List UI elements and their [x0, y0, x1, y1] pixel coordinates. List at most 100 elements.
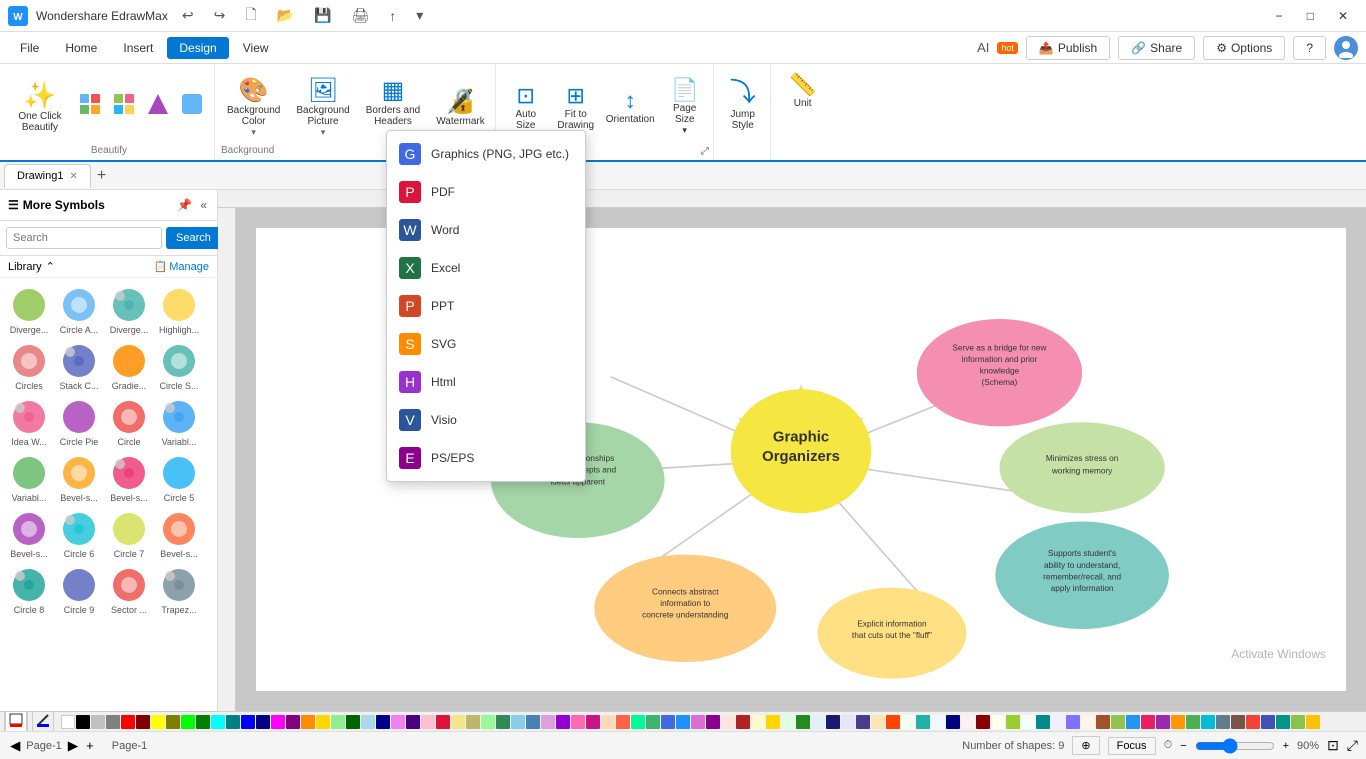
- color-swatch[interactable]: [511, 715, 525, 729]
- color-swatch[interactable]: [601, 715, 615, 729]
- color-swatch[interactable]: [736, 715, 750, 729]
- share-button[interactable]: 🔗 Share: [1118, 36, 1195, 60]
- symbol-item[interactable]: Trapez...: [154, 562, 204, 618]
- color-swatch[interactable]: [676, 715, 690, 729]
- more-button[interactable]: ▾: [410, 5, 429, 26]
- symbol-item[interactable]: Stack C...: [54, 338, 104, 394]
- line-color-button[interactable]: [32, 711, 54, 731]
- color-swatch[interactable]: [301, 715, 315, 729]
- color-swatch[interactable]: [121, 715, 135, 729]
- color-swatch[interactable]: [616, 715, 630, 729]
- color-swatch[interactable]: [271, 715, 285, 729]
- color-swatch[interactable]: [541, 715, 555, 729]
- color-swatch[interactable]: [376, 715, 390, 729]
- symbol-item[interactable]: Variabl...: [154, 394, 204, 450]
- user-avatar[interactable]: [1334, 36, 1358, 60]
- help-button[interactable]: ?: [1293, 36, 1326, 60]
- focus-button[interactable]: Focus: [1108, 737, 1156, 755]
- color-swatch[interactable]: [466, 715, 480, 729]
- export-option-graphics--png--jpg-etc--[interactable]: GGraphics (PNG, JPG etc.): [387, 135, 585, 173]
- color-swatch[interactable]: [136, 715, 150, 729]
- color-swatch[interactable]: [796, 715, 810, 729]
- color-swatch[interactable]: [721, 715, 735, 729]
- symbol-item[interactable]: Variabl...: [4, 450, 54, 506]
- color-swatch[interactable]: [1231, 715, 1245, 729]
- export-option-html[interactable]: HHtml: [387, 363, 585, 401]
- new-button[interactable]: 🗋: [239, 2, 262, 30]
- color-swatch[interactable]: [871, 715, 885, 729]
- symbol-item[interactable]: Circle 9: [54, 562, 104, 618]
- symbol-item[interactable]: Sector ...: [104, 562, 154, 618]
- page-size-button[interactable]: 📄 PageSize ▾: [661, 73, 709, 140]
- color-swatch[interactable]: [61, 715, 75, 729]
- symbol-item[interactable]: Circle Pie: [54, 394, 104, 450]
- export-option-svg[interactable]: SSVG: [387, 325, 585, 363]
- color-swatch[interactable]: [931, 715, 945, 729]
- color-swatch[interactable]: [571, 715, 585, 729]
- color-swatch[interactable]: [151, 715, 165, 729]
- color-swatch[interactable]: [1096, 715, 1110, 729]
- publish-button[interactable]: 📤 Publish: [1026, 36, 1110, 60]
- undo-button[interactable]: ↩: [176, 5, 200, 26]
- beautify-sub4[interactable]: [176, 88, 208, 125]
- color-swatch[interactable]: [361, 715, 375, 729]
- maximize-button[interactable]: □: [1297, 5, 1324, 27]
- tab-drawing1[interactable]: Drawing1 ✕: [4, 164, 91, 188]
- unit-button[interactable]: 📏 Unit: [779, 68, 827, 113]
- color-swatch[interactable]: [976, 715, 990, 729]
- page-setup-expand[interactable]: ⤢: [701, 146, 709, 157]
- options-button[interactable]: ⚙ Options: [1203, 36, 1285, 60]
- jump-style-button[interactable]: ⤵ JumpStyle: [722, 68, 764, 135]
- color-swatch[interactable]: [646, 715, 660, 729]
- add-tab-button[interactable]: +: [93, 167, 110, 185]
- export-option-excel[interactable]: XExcel: [387, 249, 585, 287]
- color-swatch[interactable]: [556, 715, 570, 729]
- symbol-item[interactable]: Bevel-s...: [4, 506, 54, 562]
- color-swatch[interactable]: [1006, 715, 1020, 729]
- menu-design[interactable]: Design: [167, 37, 228, 59]
- print-button[interactable]: 🖨: [345, 5, 375, 26]
- color-swatch[interactable]: [451, 715, 465, 729]
- color-swatch[interactable]: [1306, 715, 1320, 729]
- symbol-item[interactable]: Circle A...: [54, 282, 104, 338]
- color-swatch[interactable]: [916, 715, 930, 729]
- color-swatch[interactable]: [961, 715, 975, 729]
- color-swatch[interactable]: [1201, 715, 1215, 729]
- tab-close-button[interactable]: ✕: [69, 171, 77, 182]
- beautify-sub2[interactable]: [108, 88, 140, 125]
- export-option-word[interactable]: WWord: [387, 211, 585, 249]
- color-swatch[interactable]: [1141, 715, 1155, 729]
- color-swatch[interactable]: [1036, 715, 1050, 729]
- symbol-item[interactable]: Circle 8: [4, 562, 54, 618]
- color-swatch[interactable]: [1216, 715, 1230, 729]
- color-swatch[interactable]: [661, 715, 675, 729]
- color-swatch[interactable]: [1276, 715, 1290, 729]
- sidebar-collapse-button[interactable]: «: [198, 196, 209, 214]
- color-swatch[interactable]: [1081, 715, 1095, 729]
- color-swatch[interactable]: [526, 715, 540, 729]
- color-swatch[interactable]: [421, 715, 435, 729]
- color-swatch[interactable]: [1186, 715, 1200, 729]
- symbol-item[interactable]: Circle 7: [104, 506, 154, 562]
- color-swatch[interactable]: [946, 715, 960, 729]
- color-swatch[interactable]: [811, 715, 825, 729]
- color-swatch[interactable]: [331, 715, 345, 729]
- search-input[interactable]: [6, 227, 162, 249]
- fill-color-button[interactable]: [4, 711, 28, 731]
- background-picture-button[interactable]: 🖼 BackgroundPicture ▾: [290, 72, 355, 142]
- zoom-in-button[interactable]: +: [1283, 740, 1289, 752]
- color-swatch[interactable]: [631, 715, 645, 729]
- color-swatch[interactable]: [586, 715, 600, 729]
- color-swatch[interactable]: [991, 715, 1005, 729]
- close-button[interactable]: ✕: [1328, 5, 1358, 27]
- fit-page-button[interactable]: ⊡: [1327, 737, 1339, 754]
- color-swatch[interactable]: [781, 715, 795, 729]
- page-size-dropdown[interactable]: ▾: [682, 125, 687, 136]
- manage-button[interactable]: 📋 Manage: [154, 260, 209, 273]
- color-swatch[interactable]: [391, 715, 405, 729]
- export-option-ppt[interactable]: PPPT: [387, 287, 585, 325]
- color-swatch[interactable]: [1261, 715, 1275, 729]
- color-swatch[interactable]: [1051, 715, 1065, 729]
- color-swatch[interactable]: [901, 715, 915, 729]
- orientation-button[interactable]: ↕ Orientation: [602, 84, 659, 129]
